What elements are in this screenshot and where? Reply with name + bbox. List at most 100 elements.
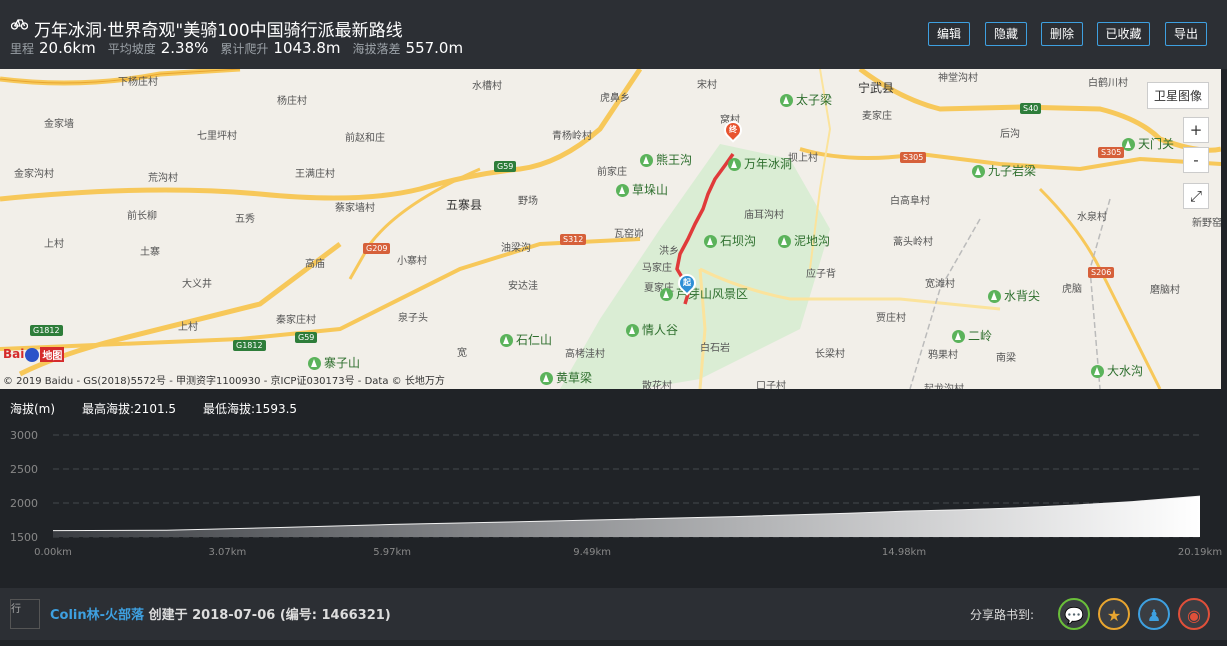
zoom-out-button[interactable]: -: [1183, 147, 1209, 173]
map-poi: 石仁山: [500, 331, 552, 348]
share-label: 分享路书到:: [970, 608, 1035, 622]
route-header: 万年冰洞·世界奇观"美骑100中国骑行派最新路线 里程 20.6km 平均坡度 2.3…: [0, 0, 1227, 69]
park-icon: [616, 184, 629, 197]
map-place: 大义井: [182, 279, 212, 290]
y-tick-label: 2000: [10, 497, 38, 510]
map-place: 小寨村: [397, 256, 427, 267]
park-icon: [500, 334, 513, 347]
map-place: 高庙: [305, 259, 325, 270]
wechat-share-icon[interactable]: 💬: [1058, 598, 1090, 630]
x-tick-label: 9.49km: [573, 547, 611, 558]
y-tick-label: 3000: [10, 429, 38, 442]
map-place: 前长柳: [127, 211, 157, 222]
map-place: 贾庄村: [876, 313, 906, 324]
map-poi: 大水沟: [1091, 362, 1143, 379]
satellite-view-button[interactable]: 卫星图像: [1146, 82, 1209, 109]
road-shield-s312: S312: [560, 234, 587, 245]
author-avatar[interactable]: 行: [10, 599, 40, 629]
map-canvas: [0, 69, 1221, 389]
map-place: 南梁: [996, 353, 1016, 364]
x-tick-label: 0.00km: [34, 547, 72, 558]
end-marker-label: 终: [729, 125, 737, 134]
map-poi: 泥地沟: [778, 232, 830, 249]
map-place: 金家沟村: [14, 169, 54, 180]
map-place: 蔡家墙村: [335, 203, 375, 214]
road-shield-s305: S305: [900, 152, 927, 163]
zoom-in-button[interactable]: +: [1183, 117, 1209, 143]
route-id: (编号: 1466321): [279, 608, 391, 623]
baidu-map-logo: Bai 地图: [3, 347, 65, 362]
delete-button[interactable]: 删除: [1041, 22, 1083, 46]
map-place: 五秀: [235, 214, 255, 225]
road-shield-g209: G209: [363, 243, 391, 254]
route-meta: Colin林-火部落 创建于 2018-07-06 (编号: 1466321): [50, 604, 391, 623]
created-date: 2018-07-06: [192, 608, 276, 623]
map-place: 应子背: [806, 269, 836, 280]
author-link[interactable]: Colin林-火部落: [50, 608, 144, 623]
road-shield-g59: G59: [494, 161, 517, 172]
collected-button[interactable]: 已收藏: [1097, 22, 1150, 46]
stat-value: 20.6km: [39, 39, 96, 57]
elevation-chart-svg: 3000 2500 2000 1500 0.00km 3.07km 5.97km 9.49km…: [10, 429, 1222, 558]
road-shield-s40: S40: [1020, 103, 1042, 114]
stat-value: 2.38%: [160, 39, 209, 57]
map-place: 金家墙: [44, 119, 74, 130]
stat-value: 557.0m: [405, 39, 464, 57]
park-icon: [660, 288, 673, 301]
edit-button[interactable]: 编辑: [928, 22, 970, 46]
map-poi: 草垛山: [616, 181, 668, 198]
route-map[interactable]: 下杨庄村 水槽村 宋村 神堂沟村 白鹤川村 金家墙 杨庄村 虎鼻乡 太子梁 宁武…: [0, 69, 1221, 389]
map-place: 王满庄村: [295, 169, 335, 180]
qq-share-icon[interactable]: ♟: [1138, 598, 1170, 630]
park-icon: [540, 372, 553, 385]
stat-value: 1043.8m: [273, 39, 341, 57]
map-place: 下杨庄村: [118, 77, 158, 88]
elevation-chart[interactable]: 3000 2500 2000 1500 0.00km 3.07km 5.97km 9.49km…: [0, 425, 1227, 575]
min-elevation: 最低海拔:1593.5: [203, 402, 298, 416]
x-tick-label: 3.07km: [209, 547, 247, 558]
fullscreen-button[interactable]: ⤢: [1183, 183, 1209, 209]
map-place: 秦家庄村: [276, 315, 316, 326]
park-icon: [952, 330, 965, 343]
map-place: 起龙沟村: [924, 380, 964, 389]
map-place: 安达洼: [508, 281, 538, 292]
road-shield-g1812: G1812: [233, 340, 266, 351]
map-place: 新野窑: [1192, 218, 1221, 229]
map-place: 油梁沟: [501, 243, 531, 254]
road-shield-g59: G59: [295, 332, 318, 343]
y-tick-label: 1500: [10, 531, 38, 544]
map-poi: 石坝沟: [704, 232, 756, 249]
park-icon: [308, 357, 321, 370]
map-poi: 二岭: [952, 327, 992, 344]
park-icon: [704, 235, 717, 248]
map-place: 马家庄: [642, 263, 672, 274]
map-place: 泉子头: [398, 313, 428, 324]
map-poi: 情人谷: [626, 321, 678, 338]
export-button[interactable]: 导出: [1165, 22, 1207, 46]
park-icon: [778, 235, 791, 248]
qzone-share-icon[interactable]: ★: [1098, 598, 1130, 630]
map-place: 高栲洼村: [565, 349, 605, 360]
map-place: 野场: [518, 196, 538, 207]
baidu-paw-icon: [25, 347, 40, 362]
park-icon: [728, 158, 741, 171]
y-tick-label: 2500: [10, 463, 38, 476]
map-poi: 熊王沟: [640, 151, 692, 168]
road-shield-s206: S206: [1088, 267, 1115, 278]
map-place: 鸦果村: [928, 350, 958, 361]
map-place: 土寨: [140, 247, 160, 258]
elevation-label: 海拔(m): [10, 402, 56, 416]
map-poi: 九子岩梁: [972, 162, 1036, 179]
hide-button[interactable]: 隐藏: [985, 22, 1027, 46]
stat-label: 平均坡度: [107, 42, 156, 56]
map-place: 神堂沟村: [938, 73, 978, 84]
map-place: 杨庄村: [277, 96, 307, 107]
map-place: 五寨县: [446, 198, 483, 212]
map-place: 上村: [44, 239, 64, 250]
map-place: 蒿头岭村: [893, 237, 933, 248]
map-place: 虎鼻乡: [600, 93, 630, 104]
map-place: 宁武县: [858, 81, 895, 95]
map-place: 白高阜村: [890, 196, 930, 207]
weibo-share-icon[interactable]: ◉: [1178, 598, 1210, 630]
map-place: 口子村: [756, 381, 786, 389]
